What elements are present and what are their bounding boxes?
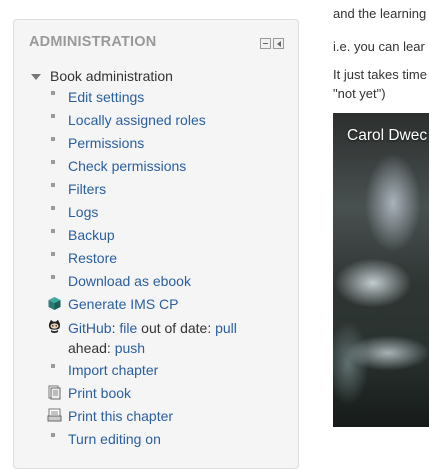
content-line-4: "not yet") bbox=[333, 86, 386, 101]
file-link[interactable]: file bbox=[119, 320, 137, 336]
github-colon: : bbox=[111, 320, 116, 336]
video-caption: Carol Dwec bbox=[347, 127, 428, 144]
bullet-icon bbox=[51, 206, 55, 210]
content-line-1: and the learning bbox=[333, 6, 427, 21]
download-as-ebook-link[interactable]: Download as ebook bbox=[68, 273, 191, 289]
backup-link[interactable]: Backup bbox=[68, 227, 115, 243]
bullet-icon bbox=[51, 114, 55, 118]
list-item: Import chapter bbox=[47, 361, 287, 380]
print-book-link[interactable]: Print book bbox=[68, 385, 131, 401]
import-chapter-link[interactable]: Import chapter bbox=[68, 362, 158, 378]
bullet-icon bbox=[51, 364, 55, 368]
list-item: Check permissions bbox=[47, 157, 287, 176]
block-title: ADMINISTRATION bbox=[29, 34, 157, 50]
tree-root-label: Book administration bbox=[50, 68, 173, 84]
bullet-icon bbox=[51, 275, 55, 279]
bullet-icon bbox=[51, 160, 55, 164]
github-octocat-icon bbox=[48, 319, 61, 333]
caret-down-icon bbox=[31, 73, 41, 80]
video-player[interactable]: Carol Dwec bbox=[333, 113, 429, 427]
push-link[interactable]: push bbox=[115, 340, 145, 356]
administration-block: ADMINISTRATION Book administration Edit … bbox=[13, 19, 299, 469]
collapse-block-icon[interactable] bbox=[260, 38, 271, 49]
restore-link[interactable]: Restore bbox=[68, 250, 117, 266]
package-icon bbox=[48, 297, 61, 310]
list-item: Permissions bbox=[47, 134, 287, 153]
github-link[interactable]: GitHub bbox=[68, 320, 112, 336]
print-this-chapter-link[interactable]: Print this chapter bbox=[68, 408, 173, 424]
bullet-icon bbox=[51, 252, 55, 256]
pull-link[interactable]: pull bbox=[215, 320, 237, 336]
list-item: Turn editing on bbox=[47, 430, 287, 449]
logs-link[interactable]: Logs bbox=[68, 204, 98, 220]
list-item: Print book bbox=[47, 384, 287, 403]
list-item: Edit settings bbox=[47, 88, 287, 107]
list-item: Backup bbox=[47, 226, 287, 245]
list-item: Filters bbox=[47, 180, 287, 199]
filters-link[interactable]: Filters bbox=[68, 181, 106, 197]
dock-block-icon[interactable] bbox=[273, 38, 284, 49]
bullet-icon bbox=[51, 91, 55, 95]
ahead-text: ahead: bbox=[68, 340, 111, 356]
locally-assigned-roles-link[interactable]: Locally assigned roles bbox=[68, 112, 206, 128]
permissions-link[interactable]: Permissions bbox=[68, 135, 144, 151]
list-item: Logs bbox=[47, 203, 287, 222]
out-of-date-text: out of date: bbox=[141, 320, 212, 336]
check-permissions-link[interactable]: Check permissions bbox=[68, 158, 186, 174]
bullet-icon bbox=[51, 137, 55, 141]
print-chapter-icon bbox=[47, 408, 62, 422]
content-line-2: i.e. you can lear bbox=[333, 39, 425, 54]
turn-editing-on-link[interactable]: Turn editing on bbox=[68, 431, 161, 447]
github-status-item: GitHub: file out of date: pull ahead: pu… bbox=[47, 318, 287, 358]
content-line-3: It just takes time bbox=[333, 67, 427, 82]
edit-settings-link[interactable]: Edit settings bbox=[68, 89, 144, 105]
bullet-icon bbox=[51, 433, 55, 437]
list-item: Print this chapter bbox=[47, 407, 287, 426]
list-item: Download as ebook bbox=[47, 272, 287, 291]
tree-root-book-administration[interactable]: Book administration bbox=[31, 68, 173, 84]
bullet-icon bbox=[51, 183, 55, 187]
list-item: Generate IMS CP bbox=[47, 295, 287, 314]
list-item: Restore bbox=[47, 249, 287, 268]
list-item: Locally assigned roles bbox=[47, 111, 287, 130]
bullet-icon bbox=[51, 229, 55, 233]
generate-ims-cp-link[interactable]: Generate IMS CP bbox=[68, 296, 179, 312]
block-controls bbox=[260, 38, 284, 49]
print-book-icon bbox=[48, 385, 61, 400]
admin-items-list: Edit settings Locally assigned roles Per… bbox=[47, 88, 287, 453]
